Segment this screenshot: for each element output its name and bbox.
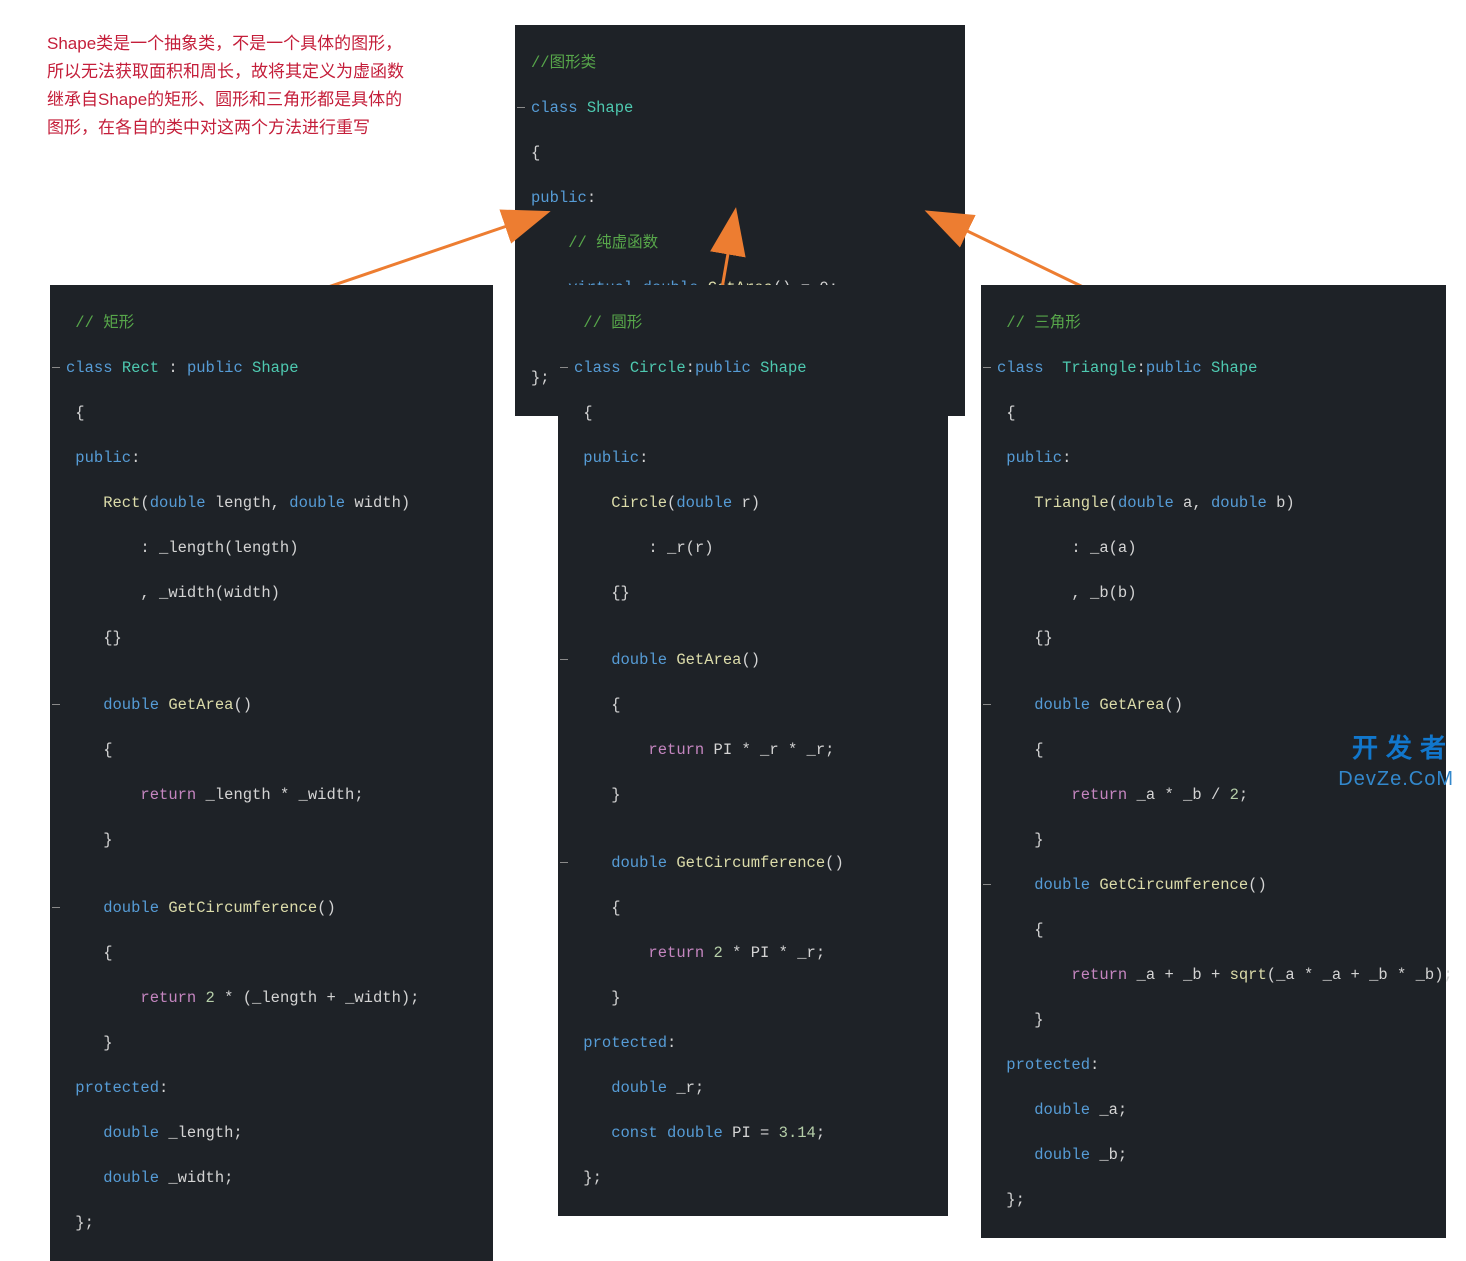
annotation-line: Shape类是一个抽象类，不是一个具体的图形， bbox=[47, 30, 404, 58]
code-circle-box: // 圆形 class Circle:public Shape { public… bbox=[558, 285, 948, 1216]
code-rect-box: // 矩形 class Rect : public Shape { public… bbox=[50, 285, 493, 1261]
annotation-line: 所以无法获取面积和周长，故将其定义为虚函数 bbox=[47, 58, 404, 86]
watermark-cn: 开发者 bbox=[1352, 728, 1454, 765]
annotation-text: Shape类是一个抽象类，不是一个具体的图形， 所以无法获取面积和周长，故将其定… bbox=[47, 30, 404, 142]
annotation-line: 继承自Shape的矩形、圆形和三角形都是具体的 bbox=[47, 86, 404, 114]
annotation-line: 图形，在各自的类中对这两个方法进行重写 bbox=[47, 114, 404, 142]
watermark-url: DevZe.CoM bbox=[1338, 768, 1454, 791]
